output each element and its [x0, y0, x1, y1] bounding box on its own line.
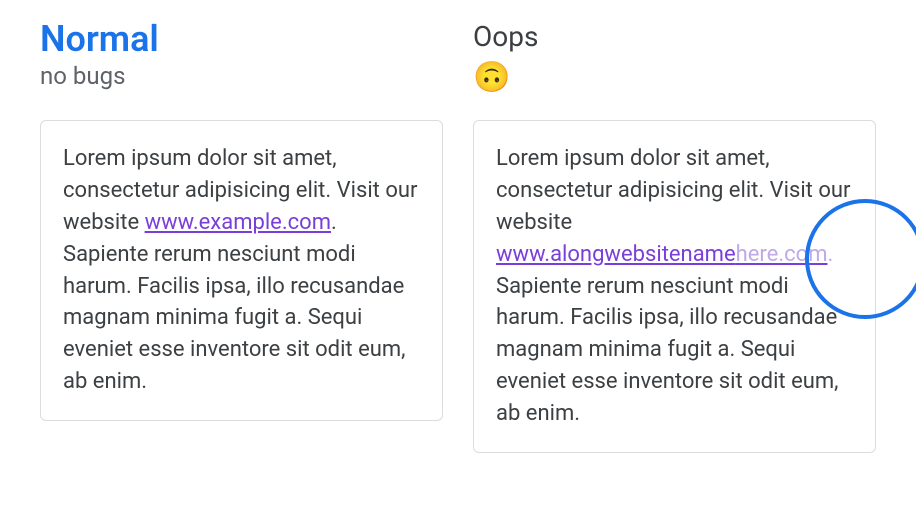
header-oops: Oops 🙃 — [473, 20, 876, 100]
link-oops-overflow: here.com — [736, 242, 828, 267]
text-before-oops: Lorem ipsum dolor sit amet, consectetur … — [496, 146, 850, 235]
link-oops-visible: www.alongwebsitename — [496, 242, 736, 267]
link-oops[interactable]: www.alongwebsitenamehere.com — [496, 242, 828, 267]
paragraph-oops: Lorem ipsum dolor sit amet, consectetur … — [496, 143, 853, 430]
comparison-columns: Normal no bugs Lorem ipsum dolor sit ame… — [40, 20, 876, 453]
period-oops: . — [828, 242, 834, 267]
title-normal: Normal — [40, 20, 443, 60]
text-after-oops: Sapiente rerum nesciunt modi harum. Faci… — [496, 274, 839, 427]
paragraph-normal: Lorem ipsum dolor sit amet, consectetur … — [63, 143, 420, 398]
column-oops: Oops 🙃 Lorem ipsum dolor sit amet, conse… — [473, 20, 876, 453]
text-after-normal: . Sapiente rerum nesciunt modi harum. Fa… — [63, 210, 406, 394]
card-oops: Lorem ipsum dolor sit amet, consectetur … — [473, 120, 876, 453]
column-normal: Normal no bugs Lorem ipsum dolor sit ame… — [40, 20, 443, 453]
header-normal: Normal no bugs — [40, 20, 443, 100]
subtitle-normal: no bugs — [40, 62, 443, 90]
title-oops: Oops — [473, 20, 876, 54]
upside-down-face-icon: 🙃 — [473, 60, 876, 95]
link-normal[interactable]: www.example.com — [145, 210, 331, 235]
card-normal: Lorem ipsum dolor sit amet, consectetur … — [40, 120, 443, 421]
